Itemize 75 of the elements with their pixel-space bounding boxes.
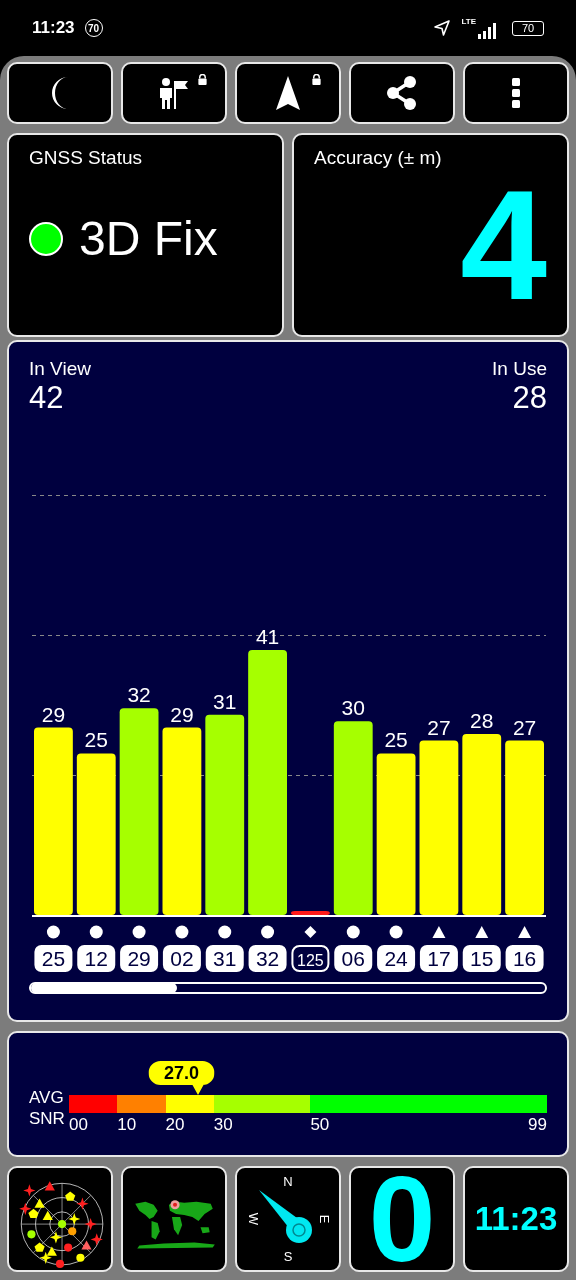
x-tick-label: 17 (427, 947, 451, 970)
x-tick-label: 15 (470, 947, 494, 970)
x-tick-label: 06 (341, 947, 365, 970)
card-title: GNSS Status (29, 147, 143, 169)
bar-value: 31 (213, 689, 237, 713)
bar-value: 29 (170, 702, 194, 726)
in-use-label: In Use (492, 358, 547, 380)
satellite-id: 16 (505, 945, 544, 972)
bar-value: 27 (512, 715, 537, 739)
scrollbar[interactable] (29, 982, 547, 994)
share-button[interactable] (349, 62, 455, 124)
network-type: LTE (461, 17, 476, 26)
clock-tile[interactable]: 11:23 (463, 1166, 569, 1272)
navigate-button[interactable] (235, 62, 341, 124)
bar-value: 28 (470, 709, 494, 733)
bar-value: 25 (384, 728, 408, 752)
x-tick-label: 32 (255, 947, 280, 970)
waypoint-button[interactable] (121, 62, 227, 124)
moon-icon (52, 77, 68, 109)
bar-value: 41 (255, 625, 280, 649)
clock-time: 11:23 (474, 1200, 558, 1238)
snr-value-bubble: 27.0 (148, 1061, 215, 1095)
satellite-id: 12 (77, 945, 116, 972)
x-tick-label: 31 (213, 947, 237, 970)
x-tick-label: 24 (384, 947, 409, 970)
snr-label: AVG (29, 1087, 65, 1108)
x-tick-label: 25 (41, 947, 66, 970)
bar-value: 30 (341, 696, 365, 720)
satellite-id: 06 (334, 945, 373, 972)
counter-value: 0 (368, 1168, 436, 1270)
satellite-id: 15 (462, 945, 501, 972)
x-tick-label: 16 (512, 947, 537, 970)
x-tick-label: 29 (127, 947, 151, 970)
scale-tick: 99 (528, 1115, 547, 1135)
scale-tick: 50 (310, 1115, 330, 1135)
signal-icon (476, 23, 498, 39)
battery-indicator: 70 (512, 20, 544, 36)
satellite-id: 32 (248, 945, 287, 972)
scale-tick: 00 (69, 1115, 88, 1135)
in-use-count: 28 (512, 380, 547, 416)
x-tick-label: 125 (297, 952, 324, 969)
satellite-id: 17 (419, 945, 458, 972)
scale-tick: 10 (117, 1115, 137, 1135)
compass-tile[interactable]: N E S W (235, 1166, 341, 1272)
bar-value: 27 (427, 715, 451, 739)
status-time: 11:23 (32, 18, 75, 38)
bar-value: 25 (84, 728, 108, 752)
satellite-id: 02 (162, 945, 201, 972)
bar-value: 29 (41, 702, 66, 726)
compass-direction: N (283, 1174, 293, 1189)
fix-status: 3D Fix (79, 211, 218, 266)
snr-label: SNR (29, 1108, 66, 1129)
in-view-count: 42 (29, 380, 65, 416)
satellite-id: 29 (120, 945, 159, 972)
satellite-id: 25 (34, 945, 73, 972)
compass-direction: W (245, 1212, 261, 1226)
location-arrow-icon (433, 19, 452, 37)
scale-tick: 30 (213, 1115, 233, 1135)
in-view-label: In View (29, 358, 91, 380)
compass-direction: S (283, 1249, 293, 1264)
accuracy-value: 4 (460, 167, 547, 323)
compass-direction: E (317, 1214, 333, 1224)
signal-bar (291, 911, 330, 915)
x-tick-label: 02 (170, 947, 194, 970)
scale-tick: 20 (165, 1115, 185, 1135)
satellite-id: 31 (205, 945, 244, 972)
more-icon (512, 78, 520, 108)
satellite-id: 125 (291, 945, 330, 972)
satellite-id: 24 (377, 945, 416, 972)
bar-value: 32 (127, 683, 151, 707)
more-button[interactable] (463, 62, 569, 124)
counter-tile[interactable]: 0 (349, 1166, 455, 1272)
x-tick-label: 12 (84, 947, 108, 970)
card-title: Accuracy (± m) (314, 147, 443, 169)
night-mode-button[interactable] (7, 62, 113, 124)
